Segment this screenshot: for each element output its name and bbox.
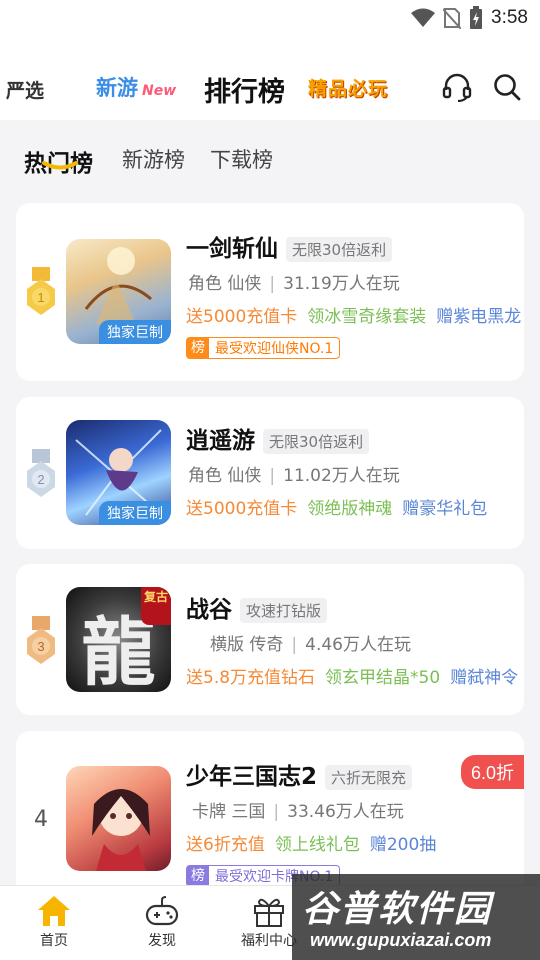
meta-separator: | bbox=[269, 274, 276, 294]
exclusive-badge: 独家巨制 bbox=[99, 501, 171, 525]
bronze-medal-icon: 3 bbox=[27, 616, 55, 664]
tab-new[interactable]: 新游榜 bbox=[122, 144, 185, 174]
nav-discover-label: 发现 bbox=[148, 933, 176, 949]
search-icon[interactable] bbox=[492, 72, 522, 102]
nav-xinyou[interactable]: 新游 New bbox=[96, 72, 176, 102]
perk-item: 送5000充值卡 bbox=[186, 307, 298, 327]
game-tag: 无限30倍返利 bbox=[286, 237, 393, 262]
nav-home[interactable]: 首页 bbox=[9, 894, 99, 950]
ranking-tabs: 热门榜 新游榜 下载榜 bbox=[0, 120, 540, 194]
nav-xinyou-label: 新游 bbox=[96, 76, 138, 100]
rank-badge-label: 榜 bbox=[187, 338, 209, 358]
home-icon bbox=[38, 896, 70, 926]
game-genre: 角色 仙侠 bbox=[188, 274, 262, 294]
perk-item: 赠弑神令 bbox=[450, 668, 519, 688]
game-tag: 无限30倍返利 bbox=[263, 429, 370, 454]
rank-badge: 榜最受欢迎仙侠NO.1 bbox=[186, 337, 341, 359]
meta-separator: | bbox=[291, 635, 298, 655]
rank-badge-text: 最受欢迎仙侠NO.1 bbox=[215, 341, 334, 357]
game-title: 逍遥游 无限30倍返利 bbox=[186, 421, 370, 455]
game-card[interactable]: 1 独家巨制 一剑斩仙 无限30倍返利 角色 仙侠 | 31.19万人在玩 送5000… bbox=[16, 203, 524, 381]
battery-charging-icon bbox=[470, 6, 483, 29]
game-name: 逍遥游 bbox=[186, 428, 255, 454]
meta-separator: | bbox=[273, 802, 280, 822]
perk-item: 送5000充值卡 bbox=[186, 499, 298, 519]
silver-medal-icon: 2 bbox=[27, 449, 55, 497]
game-genre: 卡牌 三国 bbox=[192, 802, 266, 822]
perk-item: 领绝版神魂 bbox=[307, 499, 393, 519]
perk-item: 送6折充值 bbox=[186, 835, 265, 855]
game-card[interactable]: 3 龍 复古 战谷 攻速打钻版 横版 传奇 | 4.46万人在玩 送5.8万充值钻石领… bbox=[16, 564, 524, 715]
meta-separator: | bbox=[269, 466, 276, 486]
gift-icon bbox=[254, 898, 284, 927]
rank-number: 3 bbox=[37, 639, 44, 654]
status-bar: 3:58 bbox=[0, 0, 540, 36]
perk-item: 领冰雪奇缘套装 bbox=[307, 307, 427, 327]
game-perks: 送5000充值卡 领冰雪奇缘套装 赠紫电黑龙 bbox=[186, 302, 521, 327]
rank-number: 1 bbox=[37, 290, 44, 305]
retro-corner-badge: 复古 bbox=[141, 587, 171, 625]
nav-rank[interactable]: 排行榜 bbox=[204, 70, 285, 109]
game-title: 战谷 攻速打钻版 bbox=[186, 590, 328, 624]
nav-new-label: New bbox=[142, 83, 177, 99]
game-meta: 卡牌 三国 | 33.46万人在玩 bbox=[192, 797, 404, 822]
tab-download[interactable]: 下载榜 bbox=[210, 144, 273, 174]
game-name: 少年三国志2 bbox=[186, 764, 318, 790]
game-players: 4.46万人在玩 bbox=[305, 635, 411, 655]
perk-item: 送5.8万充值钻石 bbox=[186, 668, 316, 688]
watermark: 谷普软件园 www.gupuxiazai.com bbox=[292, 874, 540, 960]
game-players: 11.02万人在玩 bbox=[283, 466, 400, 486]
headset-icon[interactable] bbox=[442, 72, 472, 102]
game-title: 一剑斩仙 无限30倍返利 bbox=[186, 229, 393, 263]
nav-home-label: 首页 bbox=[40, 933, 68, 949]
no-sim-icon bbox=[443, 8, 462, 29]
game-title: 少年三国志2 六折无限充 bbox=[186, 757, 413, 791]
rank-number: 4 bbox=[34, 807, 48, 832]
game-name: 一剑斩仙 bbox=[186, 236, 278, 262]
watermark-url: www.gupuxiazai.com bbox=[310, 930, 492, 950]
game-meta: 横版 传奇 | 4.46万人在玩 bbox=[210, 630, 411, 655]
game-thumbnail[interactable]: 独家巨制 bbox=[66, 420, 171, 525]
game-meta: 角色 仙侠 | 11.02万人在玩 bbox=[188, 461, 400, 486]
game-thumbnail[interactable]: 龍 复古 bbox=[66, 587, 171, 692]
game-perks: 送5.8万充值钻石 领玄甲结晶*50 赠弑神令 bbox=[186, 663, 518, 688]
nav-jingpin[interactable]: 精品必玩 bbox=[308, 74, 388, 101]
perk-item: 领玄甲结晶*50 bbox=[325, 668, 441, 688]
nav-yanxuan[interactable]: 严选 bbox=[6, 76, 44, 103]
top-nav: 严选 新游 New 排行榜 精品必玩 bbox=[0, 36, 540, 120]
gold-medal-icon: 1 bbox=[27, 267, 55, 315]
game-perks: 送5000充值卡 领绝版神魂 赠豪华礼包 bbox=[186, 494, 487, 519]
status-icons: 3:58 bbox=[411, 6, 528, 30]
game-name: 战谷 bbox=[186, 597, 232, 623]
game-art bbox=[92, 789, 150, 871]
exclusive-badge: 独家巨制 bbox=[99, 320, 171, 344]
active-tab-indicator bbox=[42, 161, 78, 170]
rank-number: 2 bbox=[37, 472, 44, 487]
game-genre: 角色 仙侠 bbox=[188, 466, 262, 486]
discount-badge: 6.0折 bbox=[460, 755, 524, 789]
game-meta: 角色 仙侠 | 31.19万人在玩 bbox=[188, 269, 400, 294]
game-tag: 攻速打钻版 bbox=[240, 598, 328, 623]
nav-discover[interactable]: 发现 bbox=[117, 894, 207, 950]
game-genre: 横版 传奇 bbox=[210, 635, 284, 655]
game-tag: 六折无限充 bbox=[325, 765, 413, 790]
gamepad-icon bbox=[145, 896, 179, 926]
wifi-icon bbox=[411, 8, 436, 27]
perk-item: 赠200抽 bbox=[369, 835, 437, 855]
status-time: 3:58 bbox=[491, 7, 528, 28]
perk-item: 赠紫电黑龙 bbox=[436, 307, 522, 327]
perk-item: 赠豪华礼包 bbox=[402, 499, 488, 519]
game-thumbnail[interactable]: 独家巨制 bbox=[66, 239, 171, 344]
watermark-title: 谷普软件园 bbox=[302, 889, 493, 930]
rank-badge-label: 榜 bbox=[187, 866, 209, 886]
game-perks: 送6折充值 领上线礼包 赠200抽 bbox=[186, 830, 436, 855]
game-thumbnail[interactable] bbox=[66, 766, 171, 871]
game-players: 33.46万人在玩 bbox=[287, 802, 404, 822]
game-card[interactable]: 2 独家巨制 逍遥游 无限30倍返利 角色 仙侠 | 11.02万人在玩 送5000充… bbox=[16, 397, 524, 549]
game-players: 31.19万人在玩 bbox=[283, 274, 400, 294]
perk-item: 领上线礼包 bbox=[274, 835, 360, 855]
